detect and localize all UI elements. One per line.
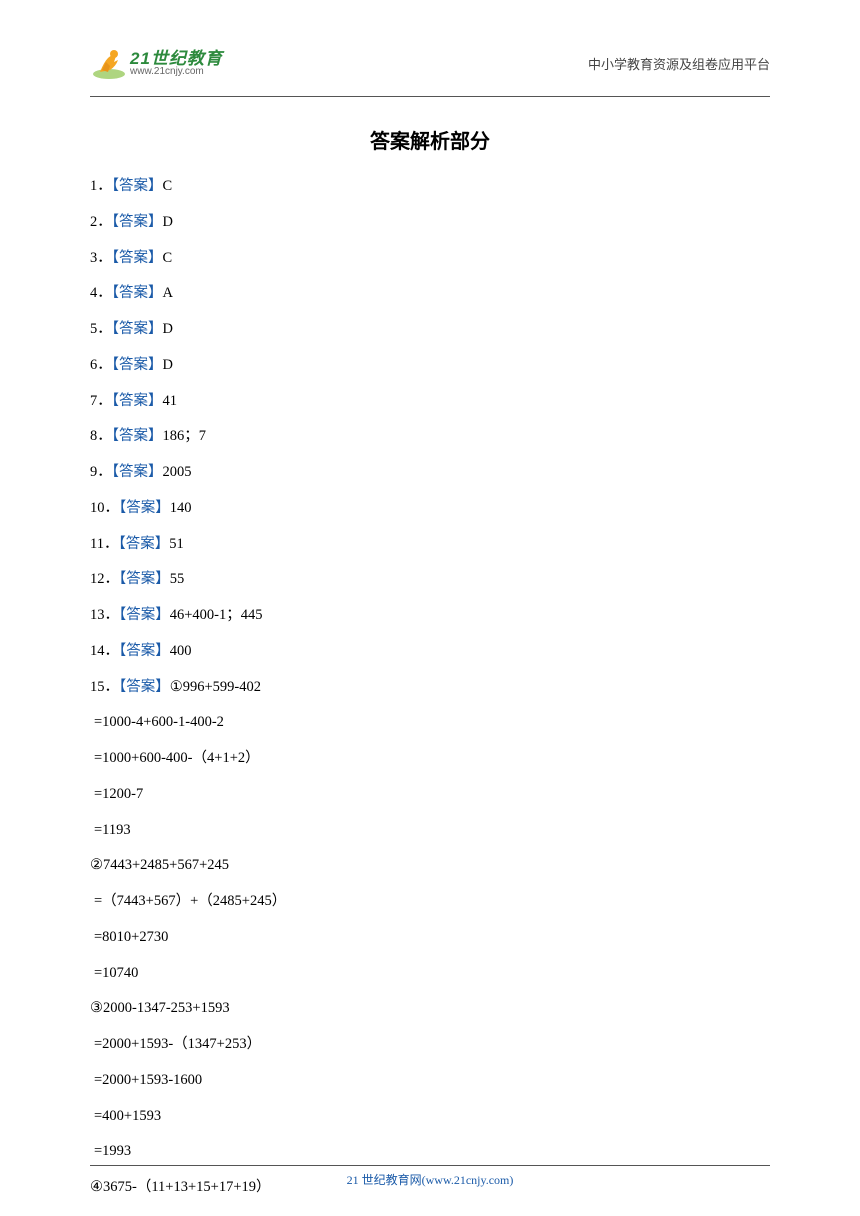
answer-row: 11．【答案】51: [90, 534, 770, 556]
answer-value: 400: [170, 643, 192, 659]
answer-row: 3．【答案】C: [90, 248, 770, 270]
logo-text: 21世纪教育 www.21cnjy.com: [130, 50, 223, 77]
answer-row: 4．【答案】A: [90, 283, 770, 305]
answer-value: A: [163, 285, 173, 301]
work-line: =1993: [90, 1141, 770, 1163]
answer-value: 140: [170, 500, 192, 516]
answer-row: 7．【答案】41: [90, 391, 770, 413]
answer-label: 【答案】: [118, 536, 169, 552]
answer-value: 46+400-1；445: [170, 607, 263, 623]
answer-row: 6．【答案】D: [90, 355, 770, 377]
logo-cn-text: 21世纪教育: [130, 50, 223, 67]
work-line: =（7443+567）+（2485+245）: [90, 891, 770, 913]
work-line: =1193: [90, 820, 770, 842]
page-header: 21世纪教育 www.21cnjy.com 中小学教育资源及组卷应用平台: [90, 38, 770, 88]
page-title: 答案解析部分: [90, 125, 770, 154]
footer-divider: [90, 1165, 770, 1166]
answer-value: D: [163, 321, 173, 337]
work-line: =2000+1593-1600: [90, 1070, 770, 1092]
answer-number: 7．: [90, 393, 112, 409]
answer-value: 51: [169, 536, 184, 552]
page-footer: 21 世纪教育网(www.21cnjy.com): [0, 1171, 860, 1188]
answer-label: 【答案】: [119, 607, 170, 623]
answer-label: 【答案】: [119, 500, 170, 516]
answer-number: 12．: [90, 571, 119, 587]
answer-value: C: [163, 178, 173, 194]
work-line: =1200-7: [90, 784, 770, 806]
answer-value: 41: [163, 393, 178, 409]
answer-label: 【答案】: [112, 464, 163, 480]
answer-row-15: 15．【答案】①996+599-402: [90, 677, 770, 699]
logo-url-text: www.21cnjy.com: [130, 67, 223, 77]
work-line: =2000+1593-（1347+253）: [90, 1034, 770, 1056]
answer-number: 13．: [90, 607, 119, 623]
answer-label: 【答案】: [119, 643, 170, 659]
answer-number: 11．: [90, 536, 118, 552]
answer-label: 【答案】: [119, 679, 170, 695]
answer-value: C: [163, 250, 173, 266]
work-line: =400+1593: [90, 1106, 770, 1128]
work-line: =1000-4+600-1-400-2: [90, 712, 770, 734]
answer-row: 10．【答案】140: [90, 498, 770, 520]
answer-label: 【答案】: [112, 393, 163, 409]
answer-row: 8．【答案】186；7: [90, 426, 770, 448]
answer-row: 1．【答案】C: [90, 176, 770, 198]
answer-row: 2．【答案】D: [90, 212, 770, 234]
answer-value: 186；7: [163, 428, 207, 444]
answer-value: D: [163, 214, 173, 230]
answer-number: 4．: [90, 285, 112, 301]
answer-number: 10．: [90, 500, 119, 516]
answer-number: 5．: [90, 321, 112, 337]
answer-label: 【答案】: [112, 285, 163, 301]
answer-label: 【答案】: [112, 321, 163, 337]
answer-row: 9．【答案】2005: [90, 462, 770, 484]
answer-label: 【答案】: [112, 214, 163, 230]
answer-number: 9．: [90, 464, 112, 480]
answer-label: 【答案】: [112, 178, 163, 194]
logo-icon: [90, 44, 128, 82]
answer-label: 【答案】: [112, 357, 163, 373]
answer-row: 14．【答案】400: [90, 641, 770, 663]
answer-label: 【答案】: [112, 428, 163, 444]
work-line: =1000+600-400-（4+1+2）: [90, 748, 770, 770]
answer-label: 【答案】: [112, 250, 163, 266]
answer-number: 15．: [90, 679, 119, 695]
answer-number: 3．: [90, 250, 112, 266]
answer-row: 5．【答案】D: [90, 319, 770, 341]
work-line: =10740: [90, 963, 770, 985]
logo: 21世纪教育 www.21cnjy.com: [90, 44, 223, 82]
work-line: ③2000-1347-253+1593: [90, 998, 770, 1020]
answer-number: 8．: [90, 428, 112, 444]
answer-label: 【答案】: [119, 571, 170, 587]
answer-value: 2005: [163, 464, 192, 480]
work-line: =8010+2730: [90, 927, 770, 949]
answer-value: ①996+599-402: [170, 679, 261, 695]
answer-number: 14．: [90, 643, 119, 659]
answer-number: 1．: [90, 178, 112, 194]
answer-value: 55: [170, 571, 185, 587]
header-divider: [90, 96, 770, 97]
header-right-text: 中小学教育资源及组卷应用平台: [588, 54, 770, 73]
answer-row: 13．【答案】46+400-1；445: [90, 605, 770, 627]
work-line: ②7443+2485+567+245: [90, 855, 770, 877]
answer-number: 6．: [90, 357, 112, 373]
answer-value: D: [163, 357, 173, 373]
answer-number: 2．: [90, 214, 112, 230]
answer-row: 12．【答案】55: [90, 569, 770, 591]
